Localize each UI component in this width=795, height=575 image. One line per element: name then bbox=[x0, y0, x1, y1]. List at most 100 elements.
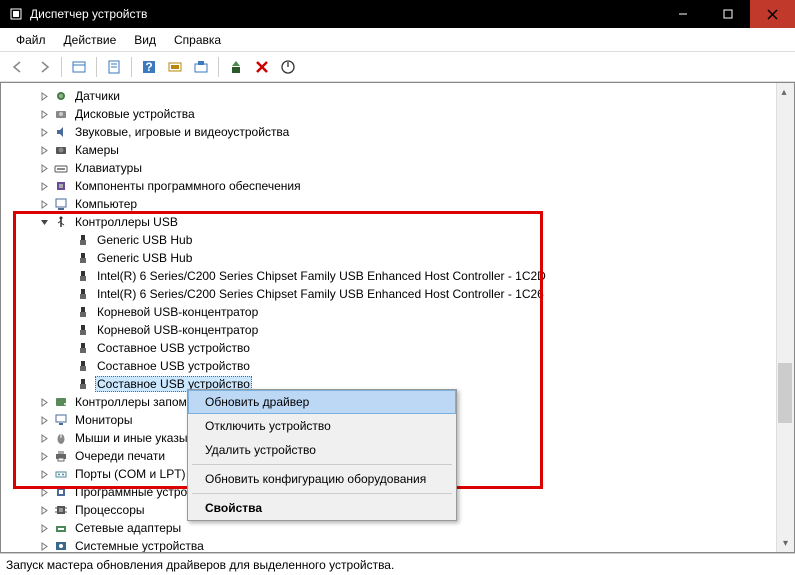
tree-node-label: Процессоры bbox=[73, 503, 147, 517]
tree-node[interactable]: Системные устройства bbox=[15, 537, 776, 552]
window-title: Диспетчер устройств bbox=[30, 7, 660, 21]
expand-icon[interactable] bbox=[37, 125, 51, 139]
tree-node-label: Корневой USB-концентратор bbox=[95, 305, 260, 319]
expand-icon[interactable] bbox=[37, 503, 51, 517]
tree-node-label: Мониторы bbox=[73, 413, 134, 427]
expand-icon bbox=[59, 305, 73, 319]
menu-help[interactable]: Справка bbox=[166, 31, 229, 49]
disable-button[interactable] bbox=[276, 55, 300, 79]
usbdev-icon bbox=[75, 340, 91, 356]
scroll-down-icon[interactable]: ▾ bbox=[777, 534, 794, 552]
tree-node[interactable]: Дисковые устройства bbox=[15, 105, 776, 123]
expand-icon[interactable] bbox=[37, 485, 51, 499]
context-menu-item[interactable]: Обновить драйвер bbox=[188, 390, 456, 414]
content-area: Датчики Дисковые устройстваЗвуковые, игро… bbox=[0, 82, 795, 553]
context-menu: Обновить драйверОтключить устройствоУдал… bbox=[187, 389, 457, 521]
tree-node-label: Порты (COM и LPT) bbox=[73, 467, 188, 481]
context-menu-item[interactable]: Удалить устройство bbox=[188, 438, 456, 462]
menu-file[interactable]: Файл bbox=[8, 31, 54, 49]
svg-text:?: ? bbox=[145, 60, 152, 74]
tree-node-label: Корневой USB-концентратор bbox=[95, 323, 260, 337]
menubar: Файл Действие Вид Справка bbox=[0, 28, 795, 52]
tree-node[interactable]: Составное USB устройство bbox=[15, 357, 776, 375]
context-menu-item[interactable]: Свойства bbox=[188, 496, 456, 520]
context-menu-item[interactable]: Обновить конфигурацию оборудования bbox=[188, 467, 456, 491]
expand-icon[interactable] bbox=[37, 143, 51, 157]
tree-node[interactable]: Компьютер bbox=[15, 195, 776, 213]
help-button[interactable]: ? bbox=[137, 55, 161, 79]
tree-node-label: Клавиатуры bbox=[73, 161, 144, 175]
close-button[interactable] bbox=[750, 0, 795, 28]
expand-icon[interactable] bbox=[37, 197, 51, 211]
back-button[interactable] bbox=[6, 55, 30, 79]
tree-node[interactable]: Звуковые, игровые и видеоустройства bbox=[15, 123, 776, 141]
scroll-up-icon[interactable]: ▴ bbox=[777, 83, 791, 101]
maximize-button[interactable] bbox=[705, 0, 750, 28]
tree-node[interactable]: Корневой USB-концентратор bbox=[15, 303, 776, 321]
expand-icon[interactable] bbox=[37, 539, 51, 552]
expand-icon[interactable] bbox=[37, 467, 51, 481]
titlebar: Диспетчер устройств bbox=[0, 0, 795, 28]
tree-node[interactable]: Камеры bbox=[15, 141, 776, 159]
expand-icon[interactable] bbox=[37, 89, 51, 103]
tree-node[interactable]: Корневой USB-концентратор bbox=[15, 321, 776, 339]
tree-node[interactable]: Компоненты программного обеспечения bbox=[15, 177, 776, 195]
tree-node[interactable]: Составное USB устройство bbox=[15, 339, 776, 357]
expand-icon[interactable] bbox=[37, 449, 51, 463]
tree-node[interactable]: Контроллеры USB bbox=[15, 213, 776, 231]
sensor-icon bbox=[53, 88, 69, 104]
expand-icon bbox=[59, 251, 73, 265]
collapse-icon[interactable] bbox=[37, 215, 51, 229]
menu-view[interactable]: Вид bbox=[126, 31, 164, 49]
storage-icon bbox=[53, 394, 69, 410]
tree-node[interactable]: Сетевые адаптеры bbox=[15, 519, 776, 537]
expand-icon bbox=[59, 341, 73, 355]
expand-icon bbox=[59, 377, 73, 391]
minimize-button[interactable] bbox=[660, 0, 705, 28]
usbdev-icon bbox=[75, 322, 91, 338]
tree-node-label: Сетевые адаптеры bbox=[73, 521, 183, 535]
tree-node[interactable]: Generic USB Hub bbox=[15, 249, 776, 267]
tree-node-label: Компоненты программного обеспечения bbox=[73, 179, 303, 193]
properties-button[interactable] bbox=[102, 55, 126, 79]
expand-icon[interactable] bbox=[37, 413, 51, 427]
tree-node-label: Датчики bbox=[73, 89, 122, 103]
scrollbar[interactable]: ▴ ▾ bbox=[776, 83, 794, 552]
tree-node[interactable]: Клавиатуры bbox=[15, 159, 776, 177]
expand-icon[interactable] bbox=[37, 161, 51, 175]
expand-icon bbox=[59, 269, 73, 283]
expand-icon[interactable] bbox=[37, 395, 51, 409]
expand-icon[interactable] bbox=[37, 107, 51, 121]
usb-icon bbox=[53, 214, 69, 230]
menu-action[interactable]: Действие bbox=[56, 31, 125, 49]
expand-icon bbox=[59, 233, 73, 247]
menu-separator bbox=[192, 493, 452, 494]
tree-node[interactable]: Intel(R) 6 Series/C200 Series Chipset Fa… bbox=[15, 285, 776, 303]
cpu-icon bbox=[53, 502, 69, 518]
context-menu-item[interactable]: Отключить устройство bbox=[188, 414, 456, 438]
tree-node-label: Составное USB устройство bbox=[95, 359, 252, 373]
menu-separator bbox=[192, 464, 452, 465]
window-controls bbox=[660, 0, 795, 28]
usbdev-icon bbox=[75, 268, 91, 284]
tree-node-label: Очереди печати bbox=[73, 449, 167, 463]
update-driver-button[interactable] bbox=[224, 55, 248, 79]
tree-node-label: Generic USB Hub bbox=[95, 251, 194, 265]
forward-button[interactable] bbox=[32, 55, 56, 79]
expand-icon[interactable] bbox=[37, 431, 51, 445]
toolbar: ? bbox=[0, 52, 795, 82]
uninstall-button[interactable] bbox=[250, 55, 274, 79]
scan-hardware-button[interactable] bbox=[189, 55, 213, 79]
usbdev-icon bbox=[75, 376, 91, 392]
scroll-thumb[interactable] bbox=[778, 363, 792, 423]
tree-node[interactable]: Intel(R) 6 Series/C200 Series Chipset Fa… bbox=[15, 267, 776, 285]
computer-icon bbox=[53, 196, 69, 212]
tree-node[interactable]: Generic USB Hub bbox=[15, 231, 776, 249]
tree-node[interactable]: Датчики bbox=[15, 87, 776, 105]
expand-icon[interactable] bbox=[37, 521, 51, 535]
legacy-hardware-button[interactable] bbox=[163, 55, 187, 79]
software-icon bbox=[53, 484, 69, 500]
show-console-button[interactable] bbox=[67, 55, 91, 79]
expand-icon[interactable] bbox=[37, 179, 51, 193]
expand-icon bbox=[59, 287, 73, 301]
